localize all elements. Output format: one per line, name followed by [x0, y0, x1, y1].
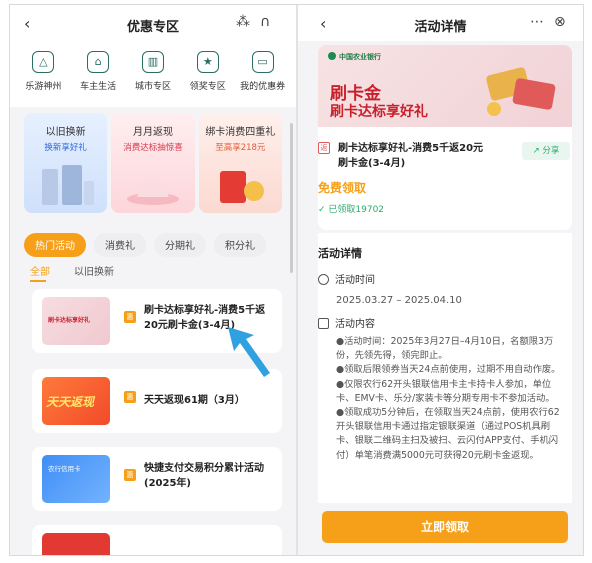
- tab-hot[interactable]: 热门活动: [24, 233, 86, 257]
- claimed-text: 已领取19702: [328, 205, 385, 215]
- offers-panel: ‹ 优惠专区 ⁂ ∩ △ 乐游神州 ⌂ 车主生活 ▥ 城市专区 ★ 领奖专区 ▭…: [10, 5, 296, 555]
- close-icon[interactable]: ⊗: [554, 14, 566, 30]
- badge: 惠: [124, 311, 136, 323]
- activity-thumbnail: [42, 533, 110, 555]
- cashback-tag: 返: [318, 142, 330, 154]
- share-button[interactable]: ↗ 分享: [522, 142, 570, 160]
- quick-link-label: 领奖专区: [189, 82, 226, 92]
- activity-thumbnail: 农行信用卡: [42, 455, 110, 503]
- content-label: 活动内容: [335, 319, 375, 330]
- quick-link-label: 我的优惠券: [240, 82, 286, 92]
- subtab-indicator: [30, 280, 46, 282]
- rule-item: ●领取成功5分钟后，在领取当天24点前，使用农行62开头银联信用卡通过指定银联渠…: [336, 407, 560, 461]
- quick-link-travel[interactable]: △ 乐游神州: [17, 41, 69, 107]
- tab-installment[interactable]: 分期礼: [154, 233, 206, 257]
- promo-bind-card[interactable]: 绑卡消费四重礼 至高享218元: [198, 113, 282, 213]
- activity-card[interactable]: 农行信用卡 惠 快捷支付交易积分累计活动(2025年): [32, 447, 282, 511]
- claim-now-button[interactable]: 立即领取: [322, 511, 568, 543]
- medal-icon: ★: [196, 51, 219, 73]
- pointer-arrow: [228, 327, 270, 377]
- thumbnail-text: 天天返现: [46, 395, 95, 409]
- activity-title: 刷卡达标享好礼-消费5千返20元刷卡金(3-4月): [338, 143, 484, 169]
- document-icon: [318, 318, 329, 329]
- activity-thumbnail: 天天返现: [42, 377, 110, 425]
- top-bar: ‹ 优惠专区 ⁂ ∩: [10, 5, 296, 41]
- gift-image: [126, 181, 179, 205]
- quick-link-label: 车主生活: [80, 82, 117, 92]
- share-icon[interactable]: ⁂: [236, 14, 250, 30]
- mountain-icon: △: [32, 51, 55, 73]
- subtab-all[interactable]: 全部: [30, 263, 50, 278]
- badge: 惠: [124, 469, 136, 481]
- claimed-count: ✓ 已领取19702: [318, 202, 384, 215]
- scrollbar[interactable]: [290, 123, 293, 273]
- activity-title: 天天返现61期（3月）: [144, 395, 245, 406]
- section-title: 活动详情: [318, 247, 362, 260]
- screenshot-frame: ‹ 优惠专区 ⁂ ∩ △ 乐游神州 ⌂ 车主生活 ▥ 城市专区 ★ 领奖专区 ▭…: [9, 4, 584, 556]
- rule-item: ●领取后限领券当天24点前使用，过期不用自动作废。: [336, 364, 561, 376]
- banner-decoration: [486, 67, 556, 116]
- share-label: 分享: [542, 146, 560, 156]
- subtab-trade-in[interactable]: 以旧换新: [74, 263, 114, 278]
- time-heading: 活动时间: [318, 271, 375, 286]
- car-owner-icon: ⌂: [87, 51, 110, 73]
- badge: 惠: [124, 391, 136, 403]
- top-bar: ‹ 活动详情 ⋯ ⊗: [298, 5, 583, 41]
- promo-trade-in[interactable]: 以旧换新 换新享好礼: [24, 113, 108, 213]
- activity-thumbnail: 刷卡达标享好礼: [42, 297, 110, 345]
- promo-subtitle: 消费达标抽惊喜: [123, 143, 183, 153]
- bank-logo-icon: [328, 52, 336, 60]
- thumbnail-text: 刷卡达标享好礼: [48, 317, 91, 324]
- promo-title: 以旧换新: [45, 127, 86, 138]
- quick-link-label: 乐游神州: [25, 82, 62, 92]
- tab-points[interactable]: 积分礼: [214, 233, 266, 257]
- building-icon: ▥: [141, 51, 164, 73]
- detail-panel: ‹ 活动详情 ⋯ ⊗ 中国农业银行 刷卡金 刷卡达标享好礼 返 刷卡达标享好礼-…: [298, 5, 583, 555]
- check-circle-icon: ✓: [318, 205, 329, 215]
- promo-subtitle: 换新享好礼: [44, 143, 87, 153]
- category-tabs: 热门活动 消费礼 分期礼 积分礼: [24, 233, 286, 257]
- quick-link-car[interactable]: ⌂ 车主生活: [72, 41, 124, 107]
- promo-cards: 以旧换新 换新享好礼 月月返现 消费达标抽惊喜 绑卡消费四重礼 至高享218元: [24, 113, 282, 213]
- page-title: 优惠专区: [126, 20, 179, 35]
- quick-link-city[interactable]: ▥ 城市专区: [127, 41, 179, 107]
- clock-icon: [318, 274, 329, 285]
- activity-card[interactable]: [32, 525, 282, 555]
- quick-link-label: 城市专区: [134, 82, 171, 92]
- content-heading: 活动内容: [318, 315, 375, 330]
- time-label: 活动时间: [335, 275, 375, 286]
- red-envelope-image: [220, 171, 265, 203]
- quick-links: △ 乐游神州 ⌂ 车主生活 ▥ 城市专区 ★ 领奖专区 ▭ 我的优惠券: [10, 41, 296, 107]
- coupon-icon: ▭: [251, 51, 274, 73]
- activity-banner: 中国农业银行 刷卡金 刷卡达标享好礼: [318, 45, 572, 127]
- tab-spend[interactable]: 消费礼: [94, 233, 146, 257]
- rules-text: ●活动时间：2025年3月27日–4月10日，名额限3万份，先领先得，领完即止。…: [336, 335, 568, 463]
- headset-icon[interactable]: ∩: [260, 14, 270, 30]
- promo-subtitle: 至高享218元: [215, 143, 266, 153]
- bank-logo: 中国农业银行: [328, 52, 381, 62]
- activity-details: 活动详情 活动时间 2025.03.27 – 2025.04.10 活动内容 ●…: [318, 233, 572, 503]
- activity-summary: 中国农业银行 刷卡金 刷卡达标享好礼 返 刷卡达标享好礼-消费5千返20元刷卡金…: [318, 45, 572, 230]
- more-icon[interactable]: ⋯: [530, 14, 544, 30]
- quick-link-reward[interactable]: ★ 领奖专区: [182, 41, 234, 107]
- activity-title: 快捷支付交易积分累计活动(2025年): [144, 463, 264, 489]
- rule-item: ●仅限农行62开头银联信用卡主卡持卡人参加，单位卡、EMV卡、乐分/家装卡等分期…: [336, 378, 555, 404]
- bank-name: 中国农业银行: [339, 53, 381, 61]
- appliances-image: [41, 165, 94, 205]
- activity-date: 2025.03.27 – 2025.04.10: [336, 295, 462, 306]
- promo-title: 月月返现: [132, 127, 173, 138]
- banner-subline: 刷卡达标享好礼: [330, 104, 428, 120]
- quick-link-coupons[interactable]: ▭ 我的优惠券: [237, 41, 289, 107]
- promo-title: 绑卡消费四重礼: [205, 127, 276, 138]
- rule-item: ●活动时间：2025年3月27日–4月10日，名额限3万份，先领先得，领完即止。: [336, 336, 554, 362]
- promo-monthly-cashback[interactable]: 月月返现 消费达标抽惊喜: [111, 113, 195, 213]
- thumbnail-text: 农行信用卡: [48, 465, 81, 473]
- free-claim-label: 免费领取: [318, 181, 367, 195]
- sub-tabs: 全部 以旧换新: [30, 263, 114, 278]
